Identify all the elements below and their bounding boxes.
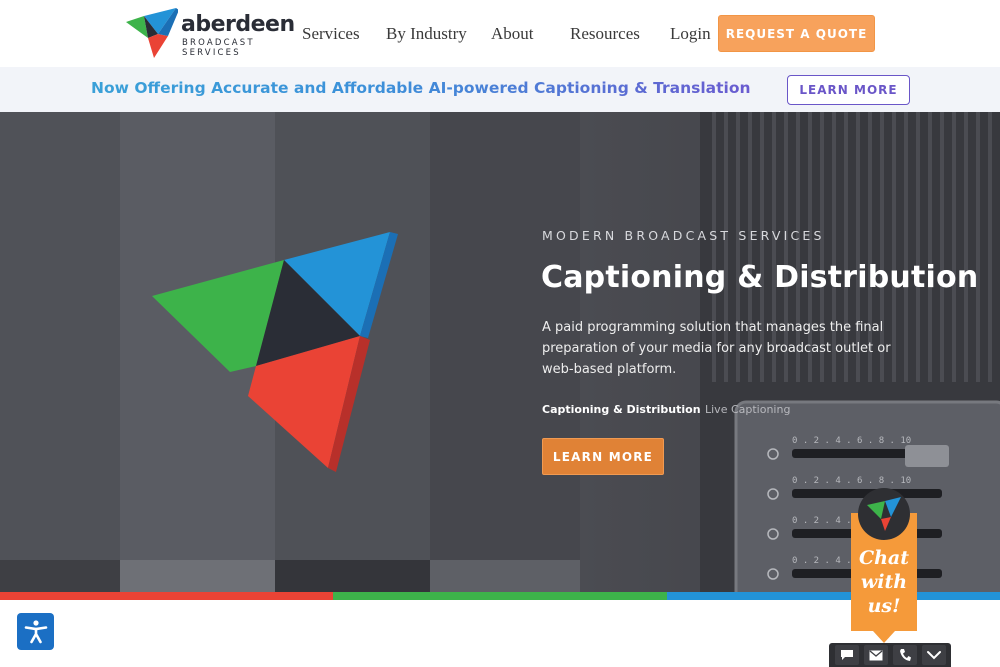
accessibility-icon (24, 619, 47, 643)
chat-phone-button[interactable] (892, 645, 917, 665)
phone-icon (899, 649, 911, 661)
hero-tab-captioning-distribution[interactable]: Captioning & Distribution (542, 403, 701, 416)
chat-label-line2: with (860, 571, 908, 593)
dial-scale: 0 . 2 . 4 . 6 . 8 . 10 (792, 476, 911, 486)
hero-title: Captioning & Distribution (541, 260, 979, 295)
background-stripe (275, 560, 430, 592)
brand-color-bar (0, 592, 1000, 600)
chat-toolbar (829, 643, 951, 667)
logo-tagline-line1: BROADCAST (182, 38, 255, 48)
accessibility-button[interactable] (17, 613, 54, 650)
chat-minimize-button[interactable] (921, 645, 946, 665)
message-icon (840, 650, 853, 660)
chat-email-button[interactable] (863, 645, 888, 665)
hero-description: A paid programming solution that manages… (542, 320, 891, 377)
hero-learn-more-button[interactable]: LEARN MORE (542, 438, 664, 475)
background-stripe (120, 560, 275, 592)
hero-brand-mark-icon (152, 232, 398, 472)
nav-by-industry[interactable]: By Industry (386, 24, 467, 44)
background-stripe (0, 560, 120, 592)
logo-mark-icon (126, 8, 178, 58)
chat-label-line1: Chat (858, 547, 910, 569)
nav-login[interactable]: Login (670, 24, 711, 44)
site-logo[interactable]: aberdeen BROADCAST SERVICES (124, 8, 295, 60)
logo-tagline-line2: SERVICES (182, 48, 241, 58)
background-stripe (0, 112, 120, 592)
dial-scale: 0 . 2 . 4 . 6 . 8 . 10 (792, 436, 911, 446)
nav-services[interactable]: Services (302, 24, 360, 44)
logo-tagline: BROADCAST SERVICES (182, 38, 255, 58)
color-bar-blue (666, 592, 1000, 600)
request-quote-button[interactable]: REQUEST A QUOTE (718, 15, 875, 52)
hero-tab-live-captioning[interactable]: Live Captioning (705, 403, 790, 416)
logo-wordmark: aberdeen (181, 12, 295, 37)
hero-section: 0 . 2 . 4 . 6 . 8 . 10 0 . 2 . 4 . 6 . 8… (0, 112, 1000, 592)
chat-label-line3: us! (867, 595, 901, 617)
hero-eyebrow: MODERN BROADCAST SERVICES (542, 228, 825, 243)
chevron-down-icon (926, 651, 941, 660)
chat-message-button[interactable] (834, 645, 859, 665)
chat-launcher[interactable]: Chat with us! (851, 487, 917, 643)
site-header: aberdeen BROADCAST SERVICES Services By … (0, 0, 1000, 67)
color-bar-green (333, 592, 667, 600)
banner-learn-more-button[interactable]: LEARN MORE (787, 75, 910, 105)
color-bar-red (0, 592, 334, 600)
banner-text: Now Offering Accurate and Affordable AI-… (91, 79, 751, 97)
nav-resources[interactable]: Resources (570, 24, 640, 44)
background-stripe (430, 560, 580, 592)
nav-about[interactable]: About (491, 24, 534, 44)
mail-icon (869, 650, 882, 660)
